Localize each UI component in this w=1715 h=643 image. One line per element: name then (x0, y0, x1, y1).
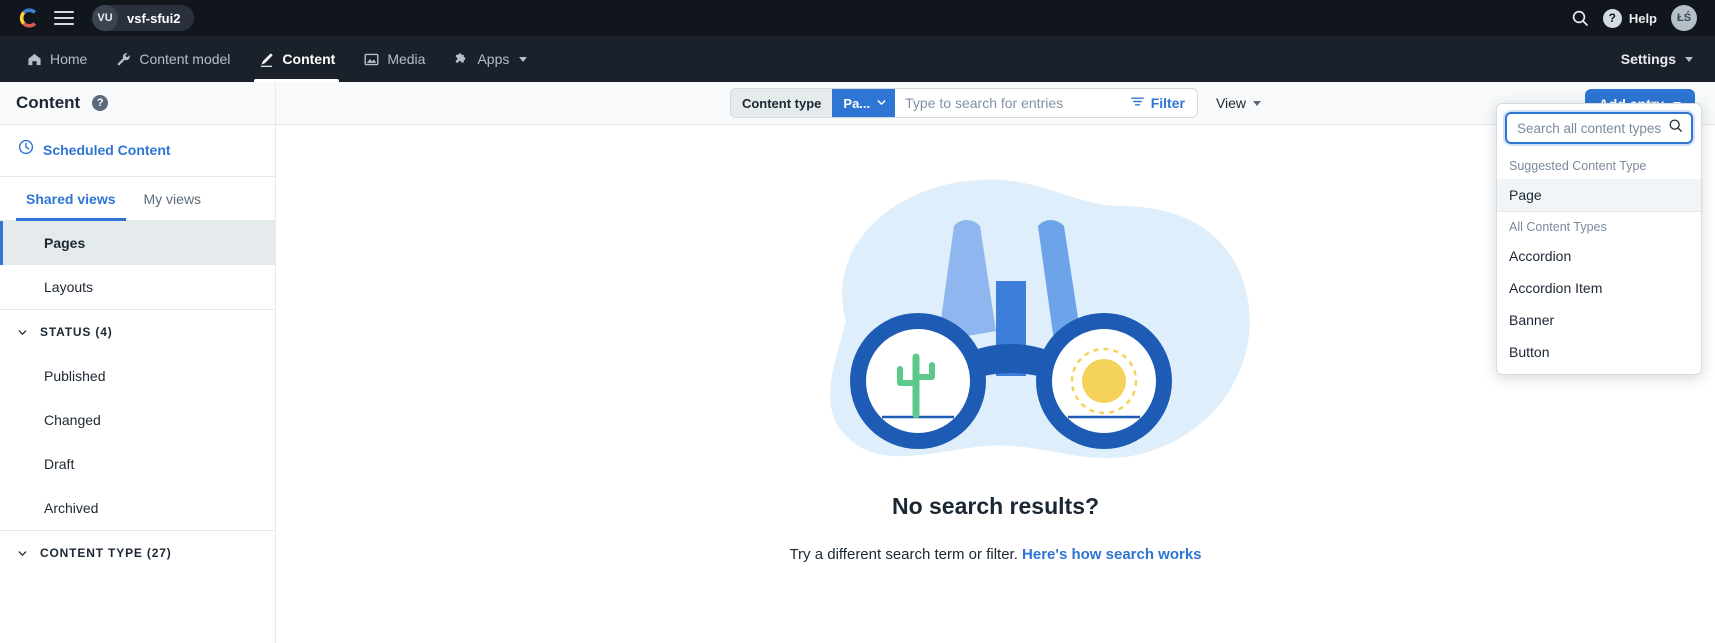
content-type-filter-label: Content type (730, 89, 833, 117)
clock-icon (18, 139, 34, 160)
content-type-value: Pa... (843, 95, 871, 111)
nav-item-apps[interactable]: Apps (439, 36, 541, 82)
scheduled-content-link[interactable]: Scheduled Content (0, 125, 275, 177)
help-button[interactable]: ? Help (1602, 8, 1657, 28)
content-type-search-wrap (1497, 104, 1701, 151)
filter-button[interactable]: Filter (1125, 89, 1197, 117)
sidebar-item-layouts[interactable]: Layouts (0, 265, 275, 309)
content-type-option-accordion-item[interactable]: Accordion Item (1497, 272, 1701, 304)
space-selector[interactable]: VU vsf-sfui2 (92, 5, 195, 31)
empty-state-title: No search results? (891, 493, 1100, 519)
nav-item-media[interactable]: Media (349, 36, 439, 82)
question-mark-icon[interactable]: ? (92, 95, 109, 111)
image-icon (363, 51, 379, 67)
search-help-link[interactable]: Here's how search works (1022, 546, 1201, 563)
top-bar-actions: ? Help ŁŚ (1571, 5, 1697, 31)
sidebar-header: Content ? (0, 82, 275, 125)
chevron-down-icon (876, 96, 887, 111)
content-type-dropdown: Suggested Content Type Page All Content … (1496, 103, 1702, 375)
main-navigation: Home Content model Content Media Apps Se… (0, 36, 1715, 82)
workbench: Content ? Scheduled Content Shared views… (0, 82, 1715, 643)
empty-state-subtitle: Try a different search term or filter. H… (789, 546, 1201, 563)
page-title: Content (16, 93, 81, 112)
section-heading: CONTENT TYPE (27) (40, 546, 172, 560)
tab-shared-views[interactable]: Shared views (16, 177, 126, 221)
nav-right: Settings (1611, 36, 1703, 82)
content-type-option-banner[interactable]: Banner (1497, 304, 1701, 336)
hamburger-menu-icon[interactable] (54, 7, 76, 29)
dropdown-bottom-padding (1497, 368, 1701, 374)
nav-label: Media (387, 51, 426, 67)
scheduled-content-label: Scheduled Content (43, 141, 171, 158)
filter-icon (1130, 94, 1145, 112)
sidebar-section-content-type[interactable]: CONTENT TYPE (27) (0, 531, 275, 575)
sidebar-item-pages[interactable]: Pages (0, 221, 275, 265)
nav-item-content[interactable]: Content (244, 36, 349, 82)
search-icon (1668, 118, 1683, 138)
chevron-down-icon (519, 56, 528, 62)
content-type-select[interactable]: Pa... (832, 89, 896, 117)
nav-item-home[interactable]: Home (12, 36, 101, 82)
nav-label: Home (50, 51, 88, 67)
wrench-icon (115, 51, 131, 67)
content-type-option-page[interactable]: Page (1497, 179, 1701, 211)
section-heading: STATUS (4) (40, 325, 113, 339)
tab-my-views[interactable]: My views (134, 177, 212, 221)
space-avatar: VU (92, 5, 118, 31)
chevron-down-icon (1253, 100, 1262, 106)
main-panel: Content type Pa... Type to search for en… (276, 82, 1715, 643)
nav-item-content-model[interactable]: Content model (101, 36, 244, 82)
nav-item-settings[interactable]: Settings (1611, 51, 1703, 67)
saved-views-list: Pages Layouts (0, 221, 275, 309)
nav-label: Apps (477, 51, 510, 67)
sidebar-section-status[interactable]: STATUS (4) (0, 310, 275, 354)
all-content-types-group-label: All Content Types (1509, 220, 1607, 234)
pen-icon (258, 51, 274, 67)
help-label: Help (1628, 10, 1657, 26)
question-mark-icon: ? (1602, 8, 1622, 28)
avatar[interactable]: ŁŚ (1671, 5, 1697, 31)
content-type-option-accordion[interactable]: Accordion (1497, 240, 1701, 272)
search-input[interactable] (895, 89, 1126, 117)
empty-state-subtitle-text: Try a different search term or filter. (789, 546, 1018, 563)
content-type-search-box[interactable] (1505, 112, 1693, 144)
sidebar-item-draft[interactable]: Draft (0, 442, 275, 486)
home-icon (26, 51, 42, 67)
suggested-group-label: Suggested Content Type (1509, 159, 1647, 173)
chevron-down-icon (16, 547, 28, 559)
filter-label: Filter (1150, 95, 1185, 111)
nav-label: Content (282, 51, 336, 67)
sidebar-item-archived[interactable]: Archived (0, 486, 275, 530)
view-tabs: Shared views My views (0, 177, 275, 221)
sidebar: Content ? Scheduled Content Shared views… (0, 82, 276, 643)
binoculars-illustration (726, 131, 1266, 501)
sidebar-item-published[interactable]: Published (0, 354, 275, 398)
entry-search-bar: Content type Pa... Type to search for en… (729, 88, 1198, 118)
content-type-option-button[interactable]: Button (1497, 336, 1701, 368)
settings-label: Settings (1620, 51, 1676, 67)
contentful-logo-icon[interactable] (18, 7, 40, 29)
chevron-down-icon (1685, 56, 1693, 62)
view-label: View (1215, 95, 1247, 111)
search-icon[interactable] (1571, 9, 1589, 27)
nav-label: Content model (139, 51, 231, 67)
view-menu-button[interactable]: View (1215, 95, 1262, 111)
sidebar-item-changed[interactable]: Changed (0, 398, 275, 442)
puzzle-icon (453, 51, 469, 67)
space-name: vsf-sfui2 (127, 10, 181, 26)
top-bar: VU vsf-sfui2 ? Help ŁŚ (0, 0, 1715, 36)
content-type-search-input[interactable] (1517, 120, 1668, 136)
chevron-down-icon (16, 326, 28, 338)
